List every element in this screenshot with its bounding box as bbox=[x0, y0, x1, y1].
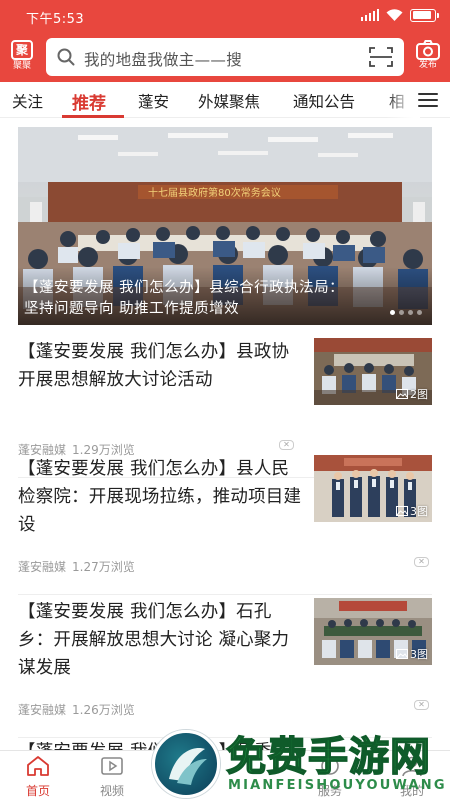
dismiss-icon[interactable]: ✕ bbox=[414, 700, 429, 710]
svg-text:十七届县政府第80次常务会议: 十七届县政府第80次常务会议 bbox=[148, 186, 281, 199]
image-count-badge: 3图 bbox=[396, 503, 428, 519]
carousel-dots bbox=[390, 310, 422, 315]
home-icon bbox=[27, 756, 49, 776]
watermark-logo bbox=[152, 730, 220, 798]
category-tabs: 关注 推荐 蓬安 外媒聚焦 通知公告 相 bbox=[0, 82, 450, 118]
news-item[interactable]: 【蓬安要发展 我们怎么办】石孔乡：开展解放思想大讨论 凝心聚力谋发展 蓬安融媒 1… bbox=[18, 598, 432, 738]
hero-caption-line2: 坚持问题导向 助推工作提质增效 bbox=[24, 301, 240, 317]
image-count: 3图 bbox=[410, 505, 428, 518]
image-count: 3图 bbox=[410, 648, 428, 661]
scan-icon[interactable] bbox=[369, 46, 393, 68]
search-bar[interactable]: 我的地盘我做主——搜 bbox=[46, 38, 404, 76]
app-logo-glyph: 聚 bbox=[11, 40, 33, 60]
search-icon bbox=[57, 48, 75, 66]
image-count-badge: 2图 bbox=[396, 386, 428, 402]
video-icon bbox=[101, 757, 123, 775]
publish-button[interactable]: 发布 bbox=[412, 40, 444, 74]
hero-caption-line1: 【蓬安要发展 我们怎么办】县综合行政执法局： bbox=[24, 280, 345, 296]
camera-icon bbox=[416, 40, 440, 60]
watermark-title: 免费手游网 bbox=[225, 733, 431, 781]
status-bar: 下午5:53 bbox=[0, 0, 450, 30]
image-count: 2图 bbox=[410, 388, 428, 401]
news-views: 1.27万浏览 bbox=[72, 560, 135, 574]
menu-icon[interactable] bbox=[418, 93, 438, 108]
tab-follow[interactable]: 关注 bbox=[12, 90, 43, 112]
search-placeholder: 我的地盘我做主——搜 bbox=[84, 51, 243, 69]
publish-label: 发布 bbox=[418, 60, 437, 70]
tab-recommend[interactable]: 推荐 bbox=[72, 89, 106, 114]
status-time: 下午5:53 bbox=[26, 12, 85, 27]
news-thumbnail: 3图 bbox=[314, 455, 432, 522]
tab-foreign-media[interactable]: 外媒聚焦 bbox=[198, 90, 260, 112]
tab-notices[interactable]: 通知公告 bbox=[293, 90, 355, 112]
image-icon bbox=[396, 389, 408, 399]
battery-icon bbox=[410, 8, 439, 22]
watermark: 免费手游网 MIANFEISHOUYOUWANG bbox=[152, 724, 450, 800]
watermark-subtitle: MIANFEISHOUYOUWANG bbox=[228, 778, 447, 793]
news-title: 【蓬安要发展 我们怎么办】县人民检察院：开展现场拉练，推动项目建设 bbox=[18, 459, 302, 535]
news-views: 1.26万浏览 bbox=[72, 703, 135, 717]
app-header: 下午5:53 聚 聚聚 我的地盘我做主——搜 发布 bbox=[0, 0, 450, 82]
signal-icon bbox=[360, 9, 379, 21]
nav-home[interactable]: 首页 bbox=[8, 755, 68, 799]
news-title: 【蓬安要发展 我们怎么办】石孔乡：开展解放思想大讨论 凝心聚力谋发展 bbox=[18, 602, 290, 678]
image-icon bbox=[396, 649, 408, 659]
news-title: 【蓬安要发展 我们怎么办】县政协开展思想解放大讨论活动 bbox=[18, 342, 290, 390]
app-logo-label: 聚聚 bbox=[12, 61, 31, 71]
hero-banner[interactable]: 十七届县政府第80次常务会议 【蓬安要发展 我们怎么办】县综合行政执法局： 坚持… bbox=[18, 127, 432, 325]
news-meta: 蓬安融媒 1.27万浏览 bbox=[18, 558, 135, 575]
news-meta: 蓬安融媒 1.26万浏览 bbox=[18, 701, 135, 718]
active-tab-indicator bbox=[62, 115, 124, 118]
wifi-icon bbox=[386, 8, 403, 21]
news-thumbnail: 3图 bbox=[314, 598, 432, 665]
nav-video-label: 视频 bbox=[99, 784, 124, 798]
tab-pengan[interactable]: 蓬安 bbox=[138, 90, 169, 112]
image-count-badge: 3图 bbox=[396, 646, 428, 662]
news-source: 蓬安融媒 bbox=[18, 560, 67, 574]
news-thumbnail: 2图 bbox=[314, 338, 432, 405]
app-logo[interactable]: 聚 聚聚 bbox=[9, 40, 35, 72]
nav-home-label: 首页 bbox=[25, 784, 50, 798]
dismiss-icon[interactable]: ✕ bbox=[279, 440, 294, 450]
news-item[interactable]: 【蓬安要发展 我们怎么办】县人民检察院：开展现场拉练，推动项目建设 蓬安融媒 1.… bbox=[18, 455, 432, 595]
news-source: 蓬安融媒 bbox=[18, 703, 67, 717]
status-icons bbox=[360, 7, 439, 23]
dismiss-icon[interactable]: ✕ bbox=[414, 557, 429, 567]
image-icon bbox=[396, 506, 408, 516]
nav-video[interactable]: 视频 bbox=[82, 755, 142, 799]
